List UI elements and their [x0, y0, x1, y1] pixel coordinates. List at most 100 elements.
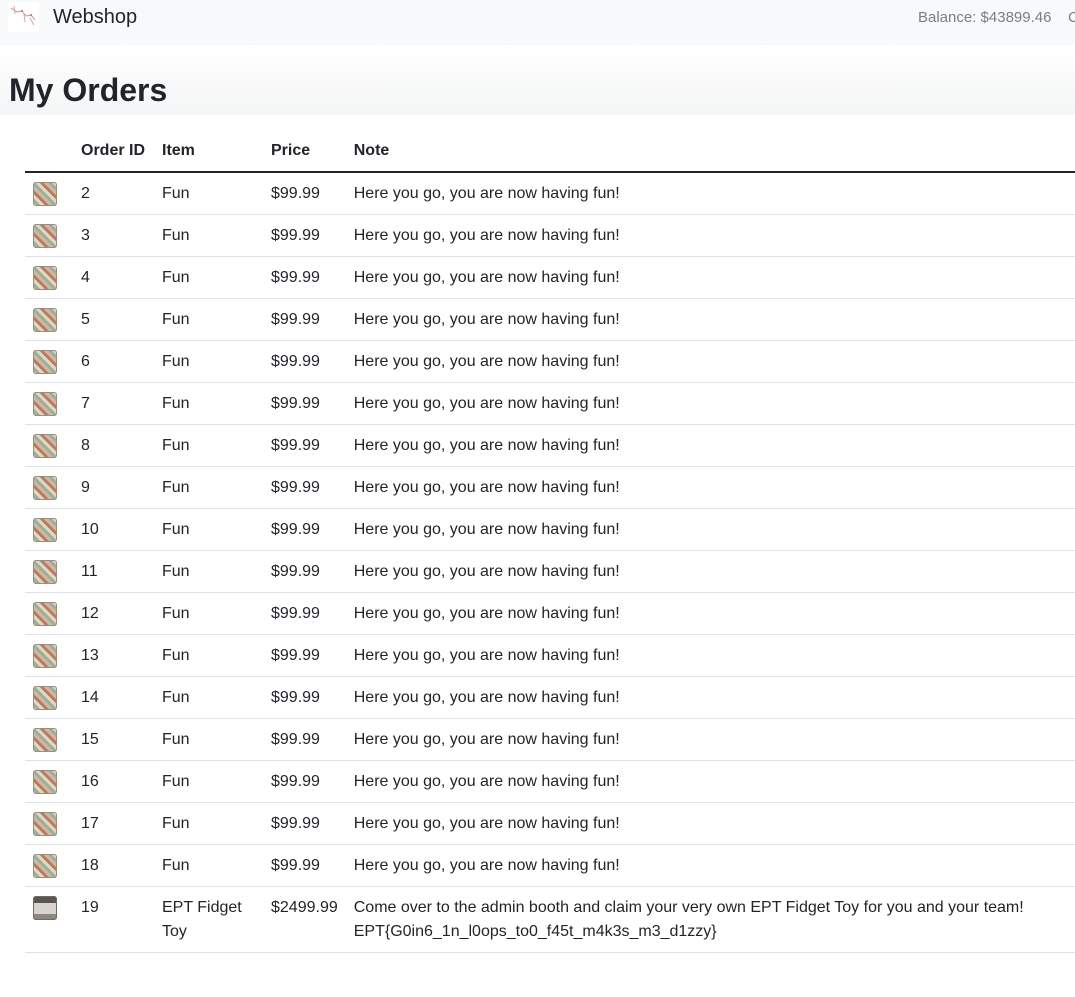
table-row: 7 Fun $99.99 Here you go, you are now havin…: [25, 382, 1075, 425]
order-note: Here you go, you are now having fun!: [345, 676, 1075, 719]
table-row: 8 Fun $99.99 Here you go, you are now havin…: [25, 424, 1075, 467]
order-note: Come over to the admin booth and claim y…: [345, 886, 1075, 953]
column-header-item: Item: [154, 130, 263, 173]
table-row: 15 Fun $99.99 Here you go, you are now havi…: [25, 718, 1075, 761]
order-price: $99.99: [263, 214, 346, 257]
order-price: $99.99: [263, 550, 346, 593]
column-header-note: Note: [345, 130, 1075, 173]
order-item: Fun: [154, 214, 263, 257]
table-row: 12 Fun $99.99 Here you go, you are now havi…: [25, 592, 1075, 635]
order-id: 13: [73, 634, 154, 677]
brand-name[interactable]: Webshop: [53, 6, 137, 29]
table-row: 4 Fun $99.99 Here you go, you are now havin…: [25, 256, 1075, 299]
order-item-line: EPT Fidget: [162, 898, 242, 916]
order-id: 15: [73, 718, 154, 761]
order-note: Here you go, you are now having fun!: [345, 508, 1075, 551]
order-note: Here you go, you are now having fun!: [345, 172, 1075, 215]
order-price: $99.99: [263, 844, 346, 887]
fun-thumbnail-icon: [33, 727, 57, 752]
order-id: 5: [73, 298, 154, 341]
order-note: Here you go, you are now having fun!: [345, 382, 1075, 425]
order-price: $99.99: [263, 676, 346, 719]
table-row: 17 Fun $99.99 Here you go, you are now havi…: [25, 802, 1075, 845]
fun-thumbnail-icon: [33, 685, 57, 710]
order-item: Fun: [154, 550, 263, 593]
navbar: Webshop Balance: $43899.46 C: [0, 0, 1075, 45]
order-id: 16: [73, 760, 154, 803]
table-row: 9 Fun $99.99 Here you go, you are now havin…: [25, 466, 1075, 509]
order-item: Fun: [154, 802, 263, 845]
order-id: 4: [73, 256, 154, 299]
fun-thumbnail-icon: [33, 223, 57, 248]
fun-thumbnail-icon: [33, 307, 57, 332]
fun-thumbnail-icon: [33, 475, 57, 500]
order-flag-text: EPT{G0in6_1n_l0ops_to0_f45t_m4k3s_m3_d1z…: [353, 922, 717, 940]
order-item: Fun: [154, 466, 263, 509]
fun-thumbnail-icon: [33, 811, 57, 836]
order-note: Here you go, you are now having fun!: [345, 802, 1075, 845]
order-id: 7: [73, 382, 154, 425]
order-id: 12: [73, 592, 154, 635]
order-note: Here you go, you are now having fun!: [345, 424, 1075, 467]
table-row: 16 Fun $99.99 Here you go, you are now havi…: [25, 760, 1075, 803]
table-row: 14 Fun $99.99 Here you go, you are now havi…: [25, 676, 1075, 719]
table-row: 13 Fun $99.99 Here you go, you are now havi…: [25, 634, 1075, 677]
order-id: 8: [73, 424, 154, 467]
fun-thumbnail-icon: [33, 265, 57, 290]
order-note: Here you go, you are now having fun!: [345, 550, 1075, 593]
ept-fidget-toy-thumbnail-icon: [33, 895, 57, 920]
table-row: 18 Fun $99.99 Here you go, you are now havi…: [25, 844, 1075, 887]
order-price: $99.99: [263, 340, 346, 383]
order-id: 11: [73, 550, 154, 593]
order-item: Fun: [154, 718, 263, 761]
order-item: Fun: [154, 256, 263, 299]
order-note: Here you go, you are now having fun!: [345, 718, 1075, 761]
table-header-row: Order ID Item Price Note: [25, 130, 1075, 173]
order-item: Fun: [154, 298, 263, 341]
order-price: $99.99: [263, 298, 346, 341]
column-header-price: Price: [263, 130, 346, 173]
order-id: 19: [73, 886, 154, 953]
webshop-logo-icon[interactable]: [8, 2, 39, 32]
table-row: 3 Fun $99.99 Here you go, you are now havin…: [25, 214, 1075, 257]
page-title: My Orders: [9, 72, 168, 108]
order-price: $99.99: [263, 718, 346, 761]
table-row: 11 Fun $99.99 Here you go, you are now havi…: [25, 550, 1075, 593]
order-item: Fun: [154, 382, 263, 425]
order-id: 2: [73, 172, 154, 215]
fun-thumbnail-icon: [33, 517, 57, 542]
order-item: Fun: [154, 592, 263, 635]
order-item: Fun: [154, 424, 263, 467]
order-note: Here you go, you are now having fun!: [345, 466, 1075, 509]
fun-thumbnail-icon: [33, 182, 57, 206]
order-id: 18: [73, 844, 154, 887]
column-header-order-id: Order ID: [73, 130, 154, 173]
table-row: 10 Fun $99.99 Here you go, you are now havi…: [25, 508, 1075, 551]
order-price: $99.99: [263, 760, 346, 803]
table-row: 5 Fun $99.99 Here you go, you are now havin…: [25, 298, 1075, 341]
order-id: 6: [73, 340, 154, 383]
order-item: EPT Fidget Toy: [154, 886, 263, 953]
balance-display: Balance: $43899.46: [918, 9, 1052, 26]
order-id: 14: [73, 676, 154, 719]
orders-table: Order ID Item Price Note 2 Fun $99.99 Here …: [25, 130, 1075, 953]
table-row: 19 EPT Fidget Toy $2499.99 Come over to …: [25, 886, 1075, 953]
order-price: $99.99: [263, 172, 346, 215]
order-item: Fun: [154, 340, 263, 383]
order-note-line: Come over to the admin booth and claim y…: [353, 898, 1024, 916]
order-item: Fun: [154, 634, 263, 677]
order-price: $99.99: [263, 634, 346, 677]
order-item: Fun: [154, 760, 263, 803]
order-price: $99.99: [263, 382, 346, 425]
fun-thumbnail-icon: [33, 853, 57, 878]
fun-thumbnail-icon: [33, 643, 57, 668]
order-note: Here you go, you are now having fun!: [345, 256, 1075, 299]
column-header-image: [25, 130, 73, 173]
order-price: $99.99: [263, 802, 346, 845]
nav-link-cutoff[interactable]: C: [1068, 9, 1075, 26]
order-price: $99.99: [263, 508, 346, 551]
order-note: Here you go, you are now having fun!: [345, 592, 1075, 635]
order-price: $99.99: [263, 592, 346, 635]
table-row: 2 Fun $99.99 Here you go, you are now havin…: [25, 172, 1075, 215]
order-note: Here you go, you are now having fun!: [345, 634, 1075, 677]
